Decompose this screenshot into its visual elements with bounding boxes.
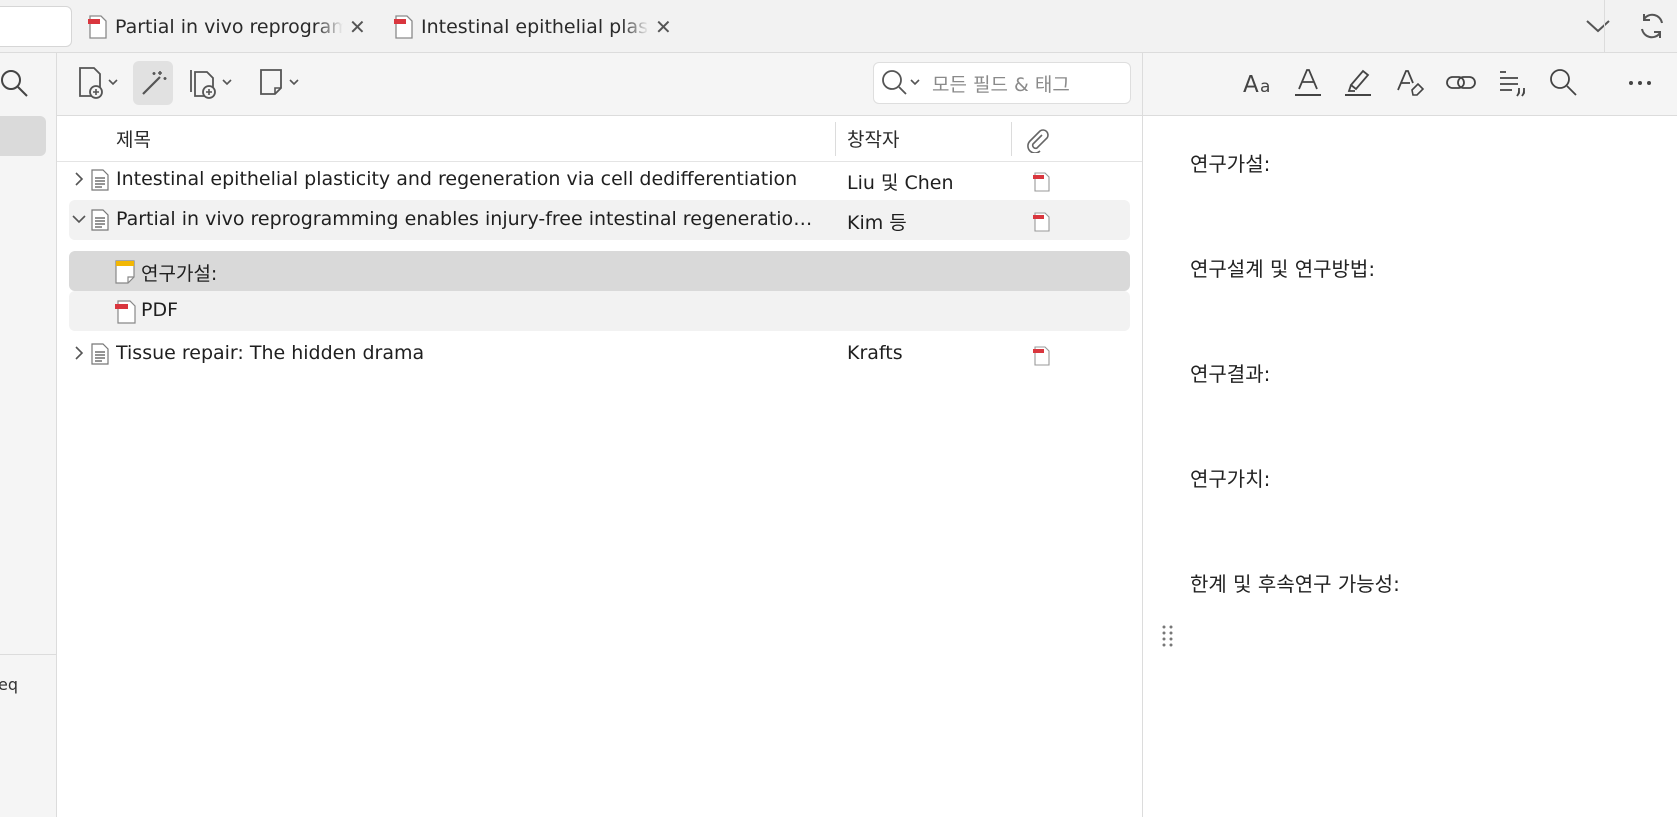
search-input[interactable]: 모든 필드 & 태그 [873, 62, 1131, 104]
note-icon [115, 260, 135, 284]
tab-partial-in-vivo[interactable]: Partial in vivo reprogramming enables in… [88, 10, 366, 44]
note-heading[interactable]: 연구가치: [1190, 463, 1270, 492]
search-placeholder: 모든 필드 & 태그 [932, 73, 1070, 96]
drag-handle-icon[interactable] [1161, 624, 1175, 648]
text-size-icon[interactable]: Aa [1243, 65, 1277, 101]
chevron-down-icon[interactable] [1584, 14, 1612, 38]
close-icon[interactable]: ✕ [349, 17, 366, 37]
pdf-icon[interactable] [1033, 172, 1051, 192]
clear-formatting-icon[interactable] [1395, 65, 1425, 101]
search-icon[interactable] [0, 69, 30, 99]
column-creator[interactable]: 창작자 [847, 125, 899, 152]
row-title: Partial in vivo reprogramming enables in… [116, 208, 822, 230]
row-title: PDF [141, 299, 179, 321]
close-icon[interactable]: ✕ [655, 17, 672, 37]
note-heading[interactable]: 연구결과: [1190, 358, 1270, 387]
table-row[interactable]: Intestinal epithelial plasticity and reg… [69, 160, 1130, 200]
tab-label: Partial in vivo reprogramming enables in… [115, 16, 343, 38]
row-creator: Kim 등 [847, 212, 907, 234]
document-icon [91, 343, 109, 365]
paperclip-icon[interactable] [1025, 127, 1049, 153]
note-heading[interactable]: 연구설계 및 연구방법: [1190, 253, 1375, 282]
link-icon[interactable] [1445, 65, 1477, 101]
note-toolbar: Aa [1143, 53, 1677, 116]
pdf-icon[interactable] [1033, 212, 1051, 232]
chevron-down-icon[interactable] [71, 210, 87, 228]
column-title[interactable]: 제목 [116, 125, 151, 152]
divider [835, 122, 836, 156]
tag-label[interactable]: eq [0, 675, 18, 694]
tab-intestinal-epithelial[interactable]: Intestinal epithelial plasticity and reg… [394, 10, 672, 44]
divider [1011, 122, 1012, 156]
selected-collection[interactable] [0, 116, 46, 156]
text-color-icon[interactable] [1293, 65, 1323, 101]
tab-label: Intestinal epithelial plasticity and reg… [421, 16, 649, 38]
row-title: 연구가설: [141, 263, 218, 285]
pdf-icon [394, 15, 414, 39]
note-heading[interactable]: 한계 및 후속연구 가능성: [1190, 568, 1400, 597]
row-title: Tissue repair: The hidden drama [116, 342, 425, 364]
row-creator: Krafts [847, 342, 903, 364]
note-editor: Aa 연구가설: 연구설계 및 연구방법: 연구결과: 연구가치: 한계 및 후… [1142, 53, 1677, 817]
magic-wand-button[interactable] [133, 61, 173, 105]
row-creator: Liu 및 Chen [847, 172, 954, 194]
row-title: Intestinal epithelial plasticity and reg… [116, 168, 798, 190]
items-toolbar: 모든 필드 & 태그 [57, 53, 1142, 116]
more-options-icon[interactable] [1627, 65, 1655, 101]
chevron-right-icon[interactable] [71, 170, 87, 188]
pdf-icon [115, 300, 137, 324]
table-row-attachment[interactable]: PDF [69, 291, 1130, 331]
svg-text:A: A [1243, 72, 1259, 98]
divider [0, 654, 57, 655]
table-row[interactable]: Tissue repair: The hidden drama Krafts [69, 334, 1130, 374]
pdf-icon[interactable] [1033, 346, 1051, 366]
items-table: 제목 창작자 Intestinal epithelial plasticity … [57, 116, 1142, 817]
citation-icon[interactable] [1497, 65, 1529, 101]
search-icon[interactable] [1549, 65, 1579, 101]
tab-bar: Partial in vivo reprogramming enables in… [0, 0, 1677, 53]
sync-icon[interactable] [1637, 11, 1667, 41]
chevron-right-icon[interactable] [71, 344, 87, 362]
search-icon[interactable] [880, 68, 924, 98]
table-row-note[interactable]: 연구가설: [69, 251, 1130, 291]
add-attachment-button[interactable] [187, 61, 237, 105]
column-header: 제목 창작자 [57, 116, 1142, 162]
table-row[interactable]: Partial in vivo reprogramming enables in… [69, 200, 1130, 240]
note-heading[interactable]: 연구가설: [1190, 148, 1270, 177]
document-icon [91, 209, 109, 231]
pdf-icon [88, 15, 108, 39]
collections-pane: eq [0, 53, 57, 817]
new-item-button[interactable] [75, 61, 121, 105]
document-icon [91, 169, 109, 191]
highlighter-icon[interactable] [1343, 65, 1373, 101]
library-tab[interactable] [0, 6, 72, 47]
svg-text:a: a [1260, 77, 1270, 97]
divider [1604, 0, 1605, 53]
new-note-button[interactable] [257, 61, 303, 105]
